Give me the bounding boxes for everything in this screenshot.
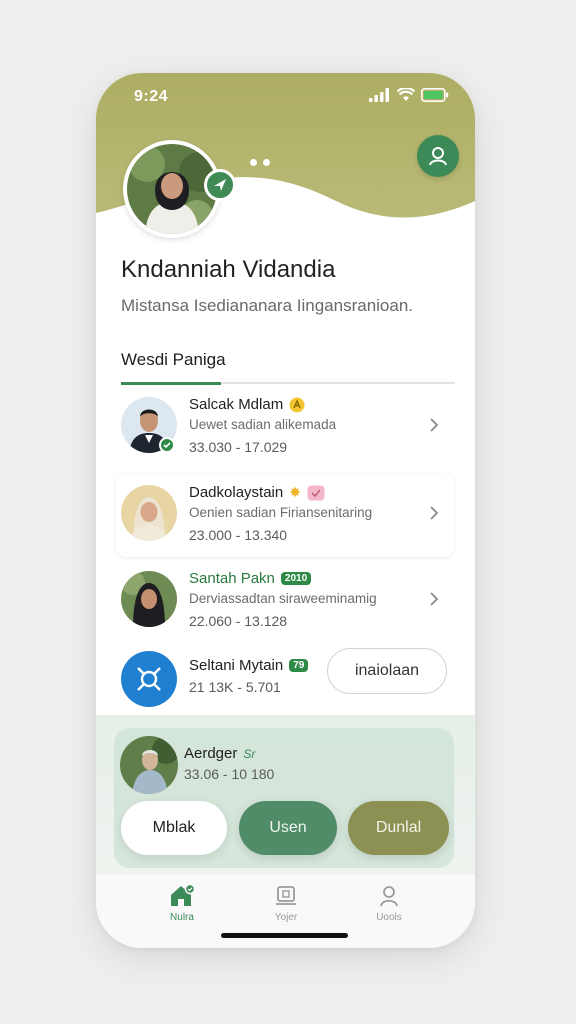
item-name: Seltani Mytain 79 [189, 657, 309, 674]
section-title[interactable]: Wesdi Paniga [121, 350, 226, 370]
item-name: Salcak Mdlam [189, 396, 305, 413]
item-meta: 23.000 - 13.340 [189, 527, 288, 543]
status-time: 9:24 [134, 88, 169, 105]
chevron-right-icon[interactable] [424, 415, 444, 435]
year-tag: 2010 [280, 572, 312, 585]
profile-name: Kndanniah Vidandia [121, 256, 336, 283]
item-subtitle: Derviassadtan siraweeminamig [189, 591, 377, 606]
home-indicator [221, 933, 348, 938]
tab-device[interactable]: Yojer [256, 884, 316, 923]
count-tag: 79 [289, 659, 309, 672]
tab-home[interactable]: Nulra [152, 884, 212, 923]
secondary-action-button[interactable]: Mblak [121, 801, 227, 855]
card-name: Aerdger Sr [184, 745, 256, 762]
verified-badge-icon [204, 169, 236, 201]
item-meta: 21 13K - 5.701 [189, 679, 281, 695]
avatar [121, 571, 177, 627]
star-icon: ✸ [289, 484, 301, 500]
page-dots [250, 159, 270, 166]
avatar [120, 736, 178, 794]
list-item[interactable]: Salcak Mdlam Uewet sadian alikemada 33.0… [116, 385, 454, 469]
card-meta: 33.06 - 10 180 [184, 766, 275, 782]
profile-bio: Mistansa Isediananara Iingansranioan. [121, 296, 414, 315]
user-icon [380, 886, 398, 907]
phone-frame: 9:24 Kndanniah Vidandia Mistansa Isedian… [96, 73, 475, 948]
signal-icon [369, 88, 389, 102]
tertiary-action-button[interactable]: Dunlal [348, 801, 449, 855]
profile-button[interactable] [417, 135, 459, 177]
follow-button[interactable]: inaiolaan [327, 648, 447, 694]
device-icon [276, 886, 296, 905]
item-subtitle: Oenien sadian Firiansenitaring [189, 505, 373, 520]
pink-badge-icon [307, 485, 325, 500]
gold-badge-icon [289, 397, 305, 412]
item-name: Santah Pakn 2010 [189, 570, 312, 587]
chevron-right-icon[interactable] [424, 503, 444, 523]
item-subtitle: Uewet sadian alikemada [189, 417, 337, 432]
item-meta: 22.060 - 13.128 [189, 613, 288, 629]
status-icons [369, 88, 449, 102]
item-meta: 33.030 - 17.029 [189, 439, 288, 455]
list-item[interactable]: Seltani Mytain 79 21 13K - 5.701 inaiola… [116, 639, 454, 723]
home-icon [171, 884, 195, 906]
primary-action-button[interactable]: Usen [239, 801, 337, 855]
user-icon [429, 147, 447, 166]
tab-label: Nulra [170, 912, 194, 923]
network-icon [137, 667, 161, 691]
online-check-icon [159, 437, 175, 453]
list-item[interactable]: Santah Pakn 2010 Derviassadtan siraweemi… [116, 559, 454, 643]
card-suffix: Sr [243, 746, 256, 761]
avatar-photo [127, 144, 217, 234]
tab-user[interactable]: Uools [359, 884, 419, 923]
chevron-right-icon[interactable] [424, 589, 444, 609]
avatar [121, 485, 177, 541]
list-item[interactable]: Dadkolaystain ✸ Oenien sadian Firianseni… [116, 473, 454, 557]
wifi-icon [397, 88, 415, 101]
battery-icon [421, 88, 449, 102]
avatar [121, 651, 177, 707]
tab-label: Uools [376, 912, 402, 923]
tab-label: Yojer [274, 912, 298, 923]
item-name: Dadkolaystain ✸ [189, 484, 325, 501]
